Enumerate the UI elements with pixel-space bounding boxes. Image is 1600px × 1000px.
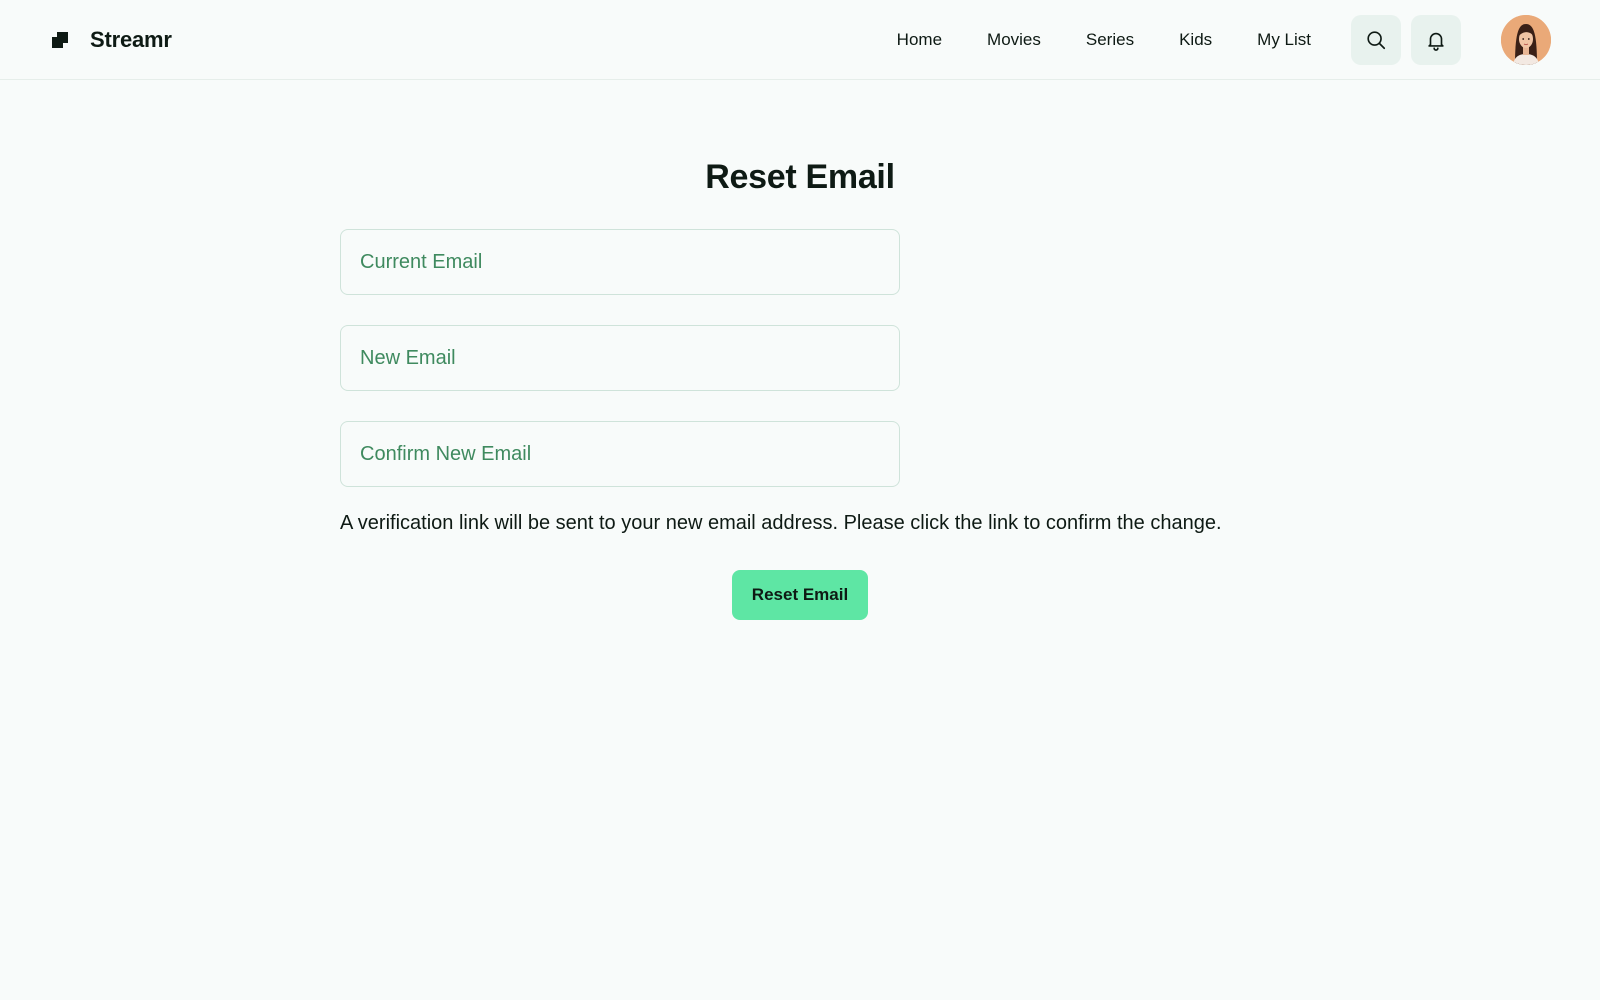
confirm-new-email-input[interactable] (340, 421, 900, 487)
notifications-button[interactable] (1411, 14, 1461, 65)
verification-helper-text: A verification link will be sent to your… (340, 512, 1222, 534)
search-button[interactable] (1351, 14, 1401, 65)
search-icon (1367, 30, 1386, 49)
avatar-image (1501, 14, 1551, 65)
reset-email-form: A verification link will be sent to your… (340, 229, 1260, 620)
nav-link-movies[interactable]: Movies (987, 30, 1041, 50)
nav-link-my-list[interactable]: My List (1257, 30, 1311, 50)
brand[interactable]: Streamr (52, 27, 172, 53)
brand-name: Streamr (90, 26, 172, 52)
nav-link-kids[interactable]: Kids (1179, 30, 1212, 50)
nav-link-series[interactable]: Series (1086, 30, 1134, 50)
main-nav: Home Movies Series Kids My List (897, 30, 1311, 50)
current-email-input[interactable] (340, 229, 900, 295)
streamr-logo-icon (52, 31, 68, 48)
nav-link-home[interactable]: Home (897, 30, 942, 50)
top-nav-bar: Streamr Home Movies Series Kids My List (0, 0, 1600, 80)
reset-email-button[interactable]: Reset Email (731, 570, 869, 620)
submit-row: Reset Email (340, 570, 1260, 620)
new-email-input[interactable] (340, 325, 900, 391)
user-avatar[interactable] (1501, 14, 1551, 65)
reset-email-page: Reset Email A verification link will be … (0, 80, 1600, 620)
page-title: Reset Email (705, 158, 895, 196)
bell-icon (1428, 32, 1444, 51)
